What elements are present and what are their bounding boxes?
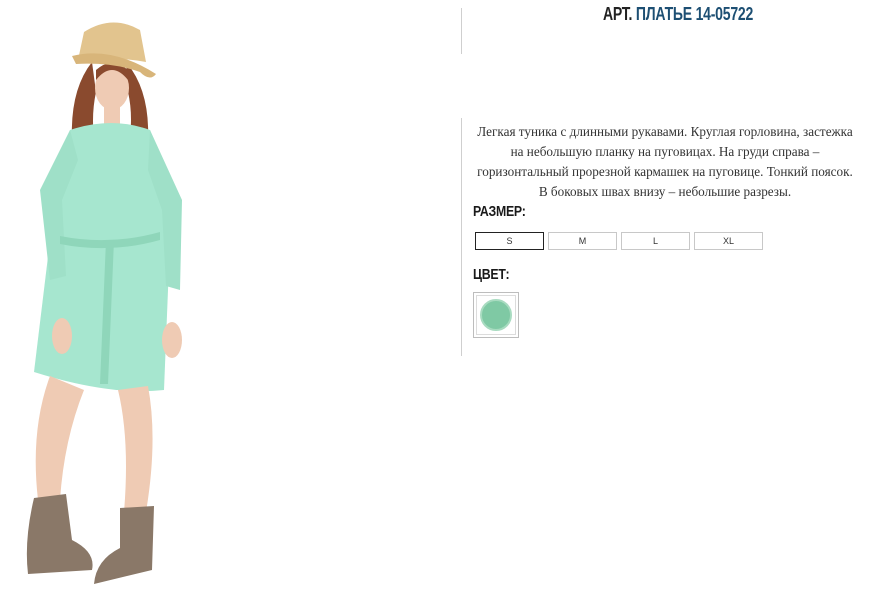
color-swatch-frame (476, 295, 516, 335)
model-figure-illustration (26, 22, 182, 584)
color-swatch-mint[interactable] (473, 292, 519, 338)
size-label: РАЗМЕР: (473, 203, 526, 220)
divider-line-top (461, 8, 462, 54)
size-button-s[interactable]: S (475, 232, 544, 250)
product-title: АРТ. ПЛАТЬЕ 14-05722 (516, 4, 840, 25)
size-button-xl[interactable]: XL (694, 232, 763, 250)
divider-line-info (461, 118, 462, 356)
product-title-prefix: АРТ. (602, 4, 633, 24)
size-button-m[interactable]: M (548, 232, 617, 250)
product-photo[interactable] (0, 0, 220, 596)
product-description: Легкая туника с длинными рукавами. Кругл… (477, 124, 853, 199)
product-title-name: ПЛАТЬЕ 14-05722 (635, 4, 754, 24)
color-label: ЦВЕТ: (473, 266, 510, 283)
color-swatch-dot (480, 299, 512, 331)
size-button-l[interactable]: L (621, 232, 690, 250)
size-options: S M L XL (475, 232, 763, 250)
